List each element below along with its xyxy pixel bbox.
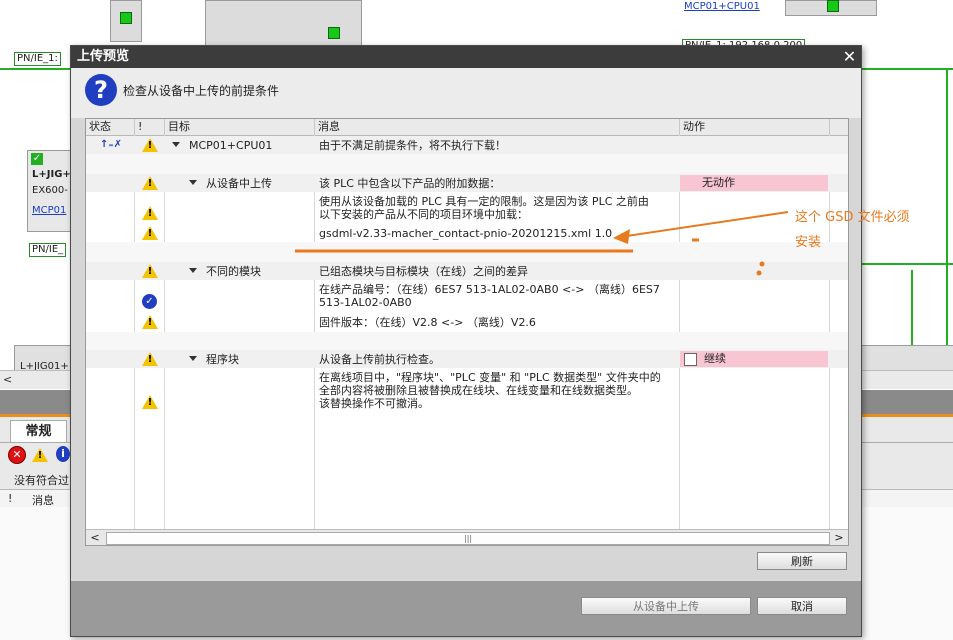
annotation-text-line: 这个 GSD 文件必须 (795, 210, 910, 225)
annotation-dot (759, 261, 765, 267)
annotation-arrow-head (613, 229, 630, 244)
annotation-arrow-line (619, 211, 789, 238)
annotation-dot (756, 270, 762, 276)
annotation-text-line: 安装 (795, 235, 822, 250)
annotation-overlay (295, 211, 789, 276)
